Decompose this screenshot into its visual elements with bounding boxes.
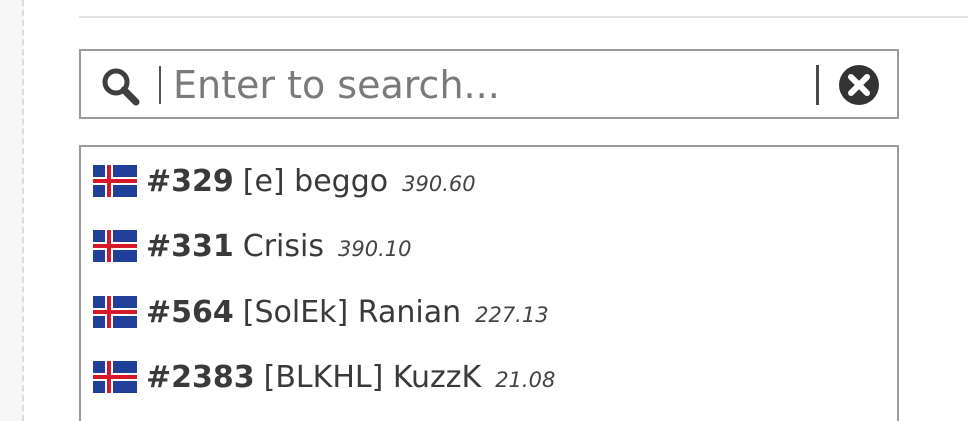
player-score: 227.13	[475, 303, 549, 327]
iceland-flag-icon	[93, 361, 137, 393]
player-name: [e] beggo	[242, 163, 389, 199]
iceland-flag-icon	[93, 296, 137, 328]
player-name: Crisis	[242, 228, 324, 264]
iceland-flag-icon	[93, 165, 137, 197]
rank-label: #329	[146, 163, 234, 199]
left-gutter	[0, 0, 24, 421]
player-score: 21.08	[495, 368, 556, 392]
search-input[interactable]	[173, 61, 793, 109]
list-item[interactable]: #2383 [BLKHL] KuzzK 21.08	[93, 354, 555, 400]
clear-divider	[816, 65, 819, 105]
clear-icon[interactable]	[838, 64, 880, 106]
rank-label: #331	[146, 228, 234, 264]
search-box[interactable]	[79, 49, 899, 119]
list-item[interactable]: #329 [e] beggo 390.60	[93, 158, 476, 204]
player-score: 390.60	[402, 172, 476, 196]
list-item[interactable]: #331 Crisis 390.10	[93, 223, 411, 269]
rank-label: #564	[146, 294, 234, 330]
top-divider	[79, 16, 968, 18]
search-caret	[159, 66, 161, 104]
results-list: #329 [e] beggo 390.60 #331 Crisis 390.10	[79, 145, 899, 421]
list-item[interactable]: #564 [SolEk] Ranian 227.13	[93, 289, 549, 335]
search-icon	[99, 65, 141, 107]
player-name: [SolEk] Ranian	[242, 294, 462, 330]
search-page: #329 [e] beggo 390.60 #331 Crisis 390.10	[0, 0, 968, 421]
player-name: [BLKHL] KuzzK	[263, 359, 482, 395]
player-score: 390.10	[337, 237, 412, 261]
rank-label: #2383	[146, 359, 255, 395]
iceland-flag-icon	[93, 230, 137, 262]
